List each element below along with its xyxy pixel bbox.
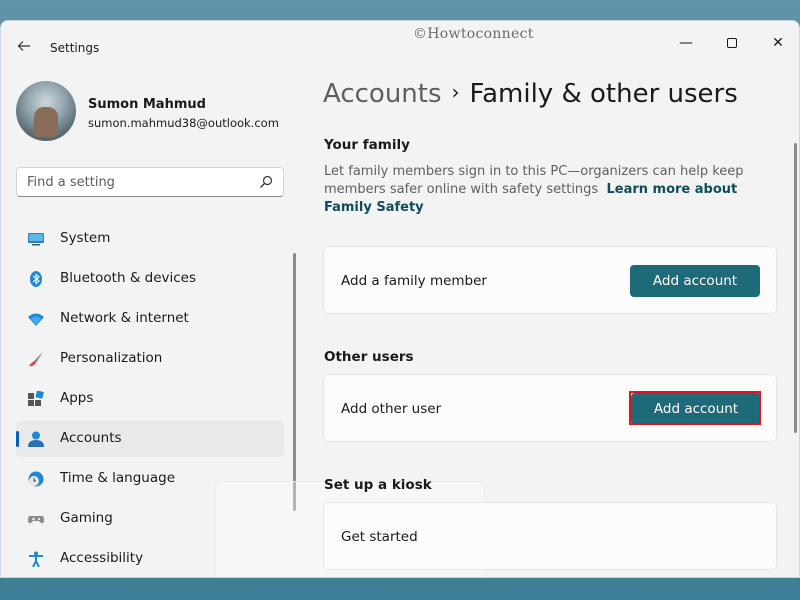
section-title-kiosk: Set up a kiosk [324,477,432,493]
sidebar-item-label: Bluetooth & devices [60,270,197,286]
sidebar-item-label: Time & language [60,470,176,486]
close-button[interactable]: ✕ [755,29,799,57]
accessibility-icon [29,551,43,567]
person-icon [28,431,44,447]
search-input[interactable] [27,168,247,196]
close-icon: ✕ [772,35,784,51]
sidebar-scrollbar[interactable] [293,253,296,511]
section-title-your-family: Your family [324,137,410,153]
family-description: Let family members sign in to this PC—or… [324,163,764,217]
search-icon[interactable] [259,175,273,189]
bluetooth-icon [30,271,42,287]
maximize-button[interactable] [709,29,755,57]
add-family-member-label: Add a family member [341,273,487,289]
breadcrumb-parent[interactable]: Accounts [323,79,442,109]
app-title: Settings [50,41,100,55]
add-other-user-label: Add other user [341,401,442,417]
sidebar-item-label: Gaming [60,510,113,526]
sidebar-item-label: Accounts [60,430,122,446]
watermark: ©Howtoconnect [413,26,534,42]
wifi-icon [28,313,44,326]
main-scrollbar[interactable] [794,143,797,433]
sidebar-item-label: Accessibility [60,550,144,566]
sidebar-item-system[interactable]: System [16,221,284,257]
monitor-icon [28,233,44,246]
minimize-icon: — [679,35,693,51]
get-started-label: Get started [341,529,418,545]
sidebar-item-network[interactable]: Network & internet [16,301,284,337]
title-bar: Settings — ✕ [1,21,799,57]
add-family-member-card: Add a family member Add account [323,246,777,314]
add-family-account-button[interactable]: Add account [630,265,760,297]
section-title-other-users: Other users [324,349,414,365]
highlight-box [629,391,761,425]
breadcrumb: Accounts › Family & other users [323,79,738,109]
maximize-icon [727,38,737,48]
sidebar-item-accounts[interactable]: Accounts [16,421,284,457]
sidebar-item-label: Personalization [60,350,163,366]
back-arrow-icon [17,41,30,51]
settings-window: Settings — ✕ Sumon Mahmud sumon.mahmud38… [0,20,800,578]
search-box[interactable] [16,167,284,197]
brush-icon [29,352,43,367]
sidebar-item-label: Apps [60,390,94,406]
sidebar-item-label: System [60,230,111,246]
globe-clock-icon [28,471,44,487]
sidebar-item-label: Network & internet [60,310,189,326]
sidebar-item-personalization[interactable]: Personalization [16,341,284,377]
apps-icon [28,391,44,406]
sidebar-item-apps[interactable]: Apps [16,381,284,417]
user-name: Sumon Mahmud [88,97,206,112]
back-button[interactable] [13,35,35,57]
gamepad-icon [28,516,44,524]
kiosk-card[interactable]: Get started [323,502,777,570]
user-email: sumon.mahmud38@outlook.com [88,116,279,130]
chevron-right-icon: › [451,80,460,104]
avatar[interactable] [16,81,76,141]
page-title: Family & other users [469,79,738,109]
sidebar-item-bluetooth[interactable]: Bluetooth & devices [16,261,284,297]
minimize-button[interactable]: — [663,29,709,57]
